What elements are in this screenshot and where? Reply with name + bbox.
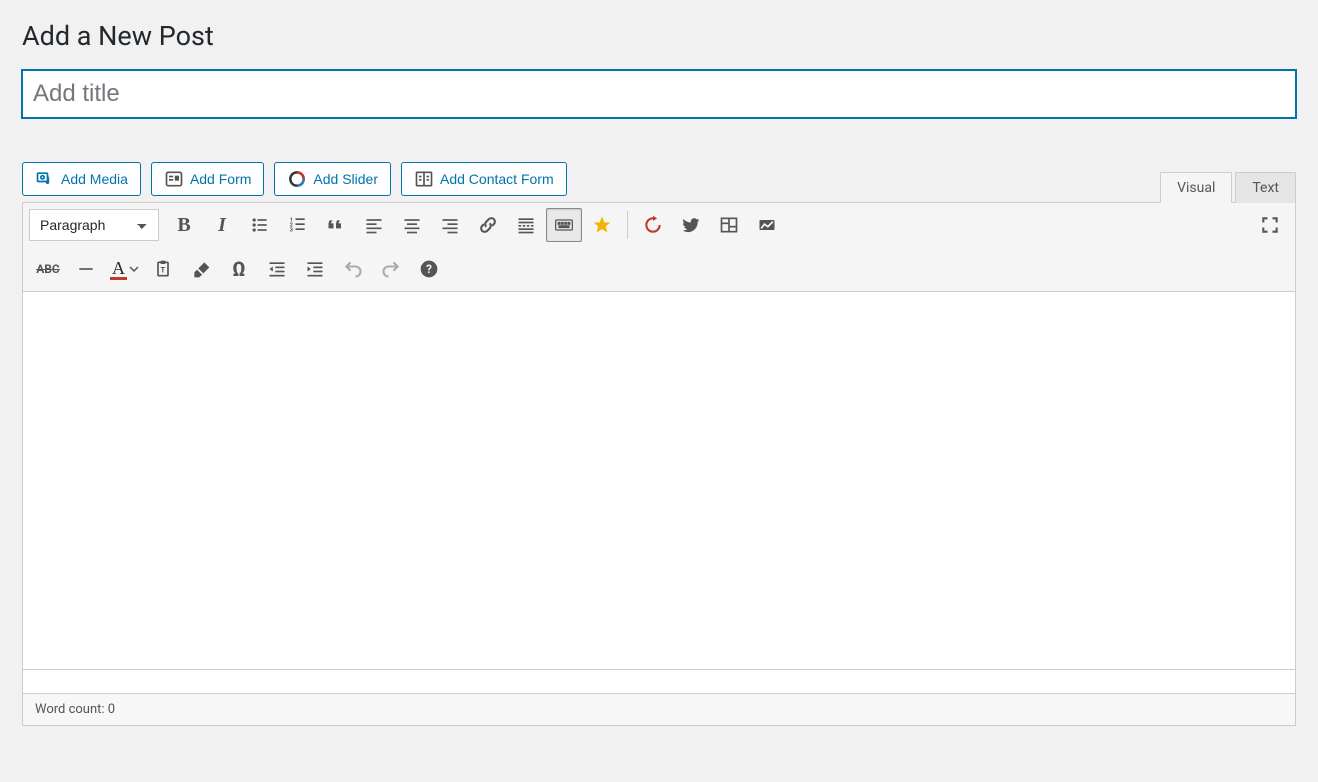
hr-button[interactable] (68, 252, 104, 286)
link-icon (478, 215, 498, 235)
svg-text:T: T (161, 265, 166, 274)
read-more-button[interactable] (508, 208, 544, 242)
toolbar-toggle-button[interactable] (546, 208, 582, 242)
page-heading: Add a New Post (22, 20, 1296, 52)
align-left-button[interactable] (356, 208, 392, 242)
redo-button[interactable] (373, 252, 409, 286)
align-right-button[interactable] (432, 208, 468, 242)
add-contact-form-label: Add Contact Form (440, 171, 554, 187)
redo-icon (381, 259, 401, 279)
special-char-button[interactable]: Ω (221, 252, 257, 286)
add-contact-form-button[interactable]: Add Contact Form (401, 162, 567, 196)
toolbar-row-1: Paragraph B I 123 (23, 203, 1295, 247)
layout-icon (719, 215, 739, 235)
italic-button[interactable]: I (204, 208, 240, 242)
indent-button[interactable] (297, 252, 333, 286)
slider-ring-icon (287, 169, 307, 189)
text-color-icon: A (110, 259, 127, 280)
text-color-button[interactable]: A (105, 252, 144, 286)
bold-button[interactable]: B (166, 208, 202, 242)
toolbar-row-2: ABC A T Ω (23, 247, 1295, 291)
word-count-value: 0 (108, 702, 115, 717)
read-more-icon (516, 215, 536, 235)
add-media-button[interactable]: Add Media (22, 162, 141, 196)
link-button[interactable] (470, 208, 506, 242)
eraser-icon (191, 259, 211, 279)
fullscreen-icon (1260, 215, 1280, 235)
editor-container: Add Media Add Form Add Slider (22, 162, 1296, 726)
editor-wrap: Add a New Post Add Media (0, 0, 1318, 748)
paste-text-button[interactable]: T (145, 252, 181, 286)
envelope-chart-icon (757, 215, 777, 235)
keyboard-icon (554, 215, 574, 235)
add-media-label: Add Media (61, 171, 128, 187)
format-select[interactable]: Paragraph (29, 209, 159, 241)
outdent-button[interactable] (259, 252, 295, 286)
star-icon (592, 215, 612, 235)
svg-text:?: ? (426, 262, 432, 276)
add-form-label: Add Form (190, 171, 251, 187)
camera-music-icon (35, 169, 55, 189)
undo-button[interactable] (335, 252, 371, 286)
add-slider-button[interactable]: Add Slider (274, 162, 391, 196)
italic-icon: I (218, 214, 226, 237)
help-button[interactable]: ? (411, 252, 447, 286)
bold-icon: B (177, 214, 190, 237)
omega-icon: Ω (232, 257, 245, 281)
editor-resize-bar[interactable] (22, 670, 1296, 694)
bullet-list-icon (250, 215, 270, 235)
chevron-down-icon (129, 264, 139, 274)
editor-footer: Word count: 0 (22, 694, 1296, 726)
chart-button[interactable] (749, 208, 785, 242)
editor-tabs: Visual Text (1160, 171, 1296, 202)
clipboard-icon: T (153, 259, 173, 279)
align-center-button[interactable] (394, 208, 430, 242)
refresh-icon (643, 215, 663, 235)
strikethrough-icon: ABC (36, 262, 60, 276)
svg-text:3: 3 (290, 228, 294, 234)
bullet-list-button[interactable] (242, 208, 278, 242)
align-left-icon (364, 215, 384, 235)
toolbar: Paragraph B I 123 (22, 202, 1296, 292)
star-button[interactable] (584, 208, 620, 242)
blockquote-button[interactable] (318, 208, 354, 242)
tab-text[interactable]: Text (1235, 172, 1296, 203)
post-title-input[interactable] (22, 70, 1296, 118)
help-icon: ? (419, 259, 439, 279)
fullscreen-button[interactable] (1252, 208, 1288, 242)
add-slider-label: Add Slider (313, 171, 378, 187)
layout-button[interactable] (711, 208, 747, 242)
blockquote-icon (326, 215, 346, 235)
align-center-icon (402, 215, 422, 235)
twitter-button[interactable] (673, 208, 709, 242)
align-right-icon (440, 215, 460, 235)
number-list-button[interactable]: 123 (280, 208, 316, 242)
toolbar-divider (627, 211, 628, 239)
clear-format-button[interactable] (183, 252, 219, 286)
twitter-icon (681, 215, 701, 235)
refresh-button[interactable] (635, 208, 671, 242)
add-form-button[interactable]: Add Form (151, 162, 264, 196)
form-icon (164, 169, 184, 189)
indent-icon (305, 259, 325, 279)
hr-icon (76, 259, 96, 279)
outdent-icon (267, 259, 287, 279)
media-buttons-row: Add Media Add Form Add Slider (22, 162, 567, 196)
number-list-icon: 123 (288, 215, 308, 235)
editor-content-area[interactable] (22, 292, 1296, 670)
undo-icon (343, 259, 363, 279)
word-count-label: Word count: (35, 702, 108, 717)
strikethrough-button[interactable]: ABC (30, 252, 66, 286)
tab-visual[interactable]: Visual (1160, 172, 1232, 203)
contact-form-icon (414, 169, 434, 189)
